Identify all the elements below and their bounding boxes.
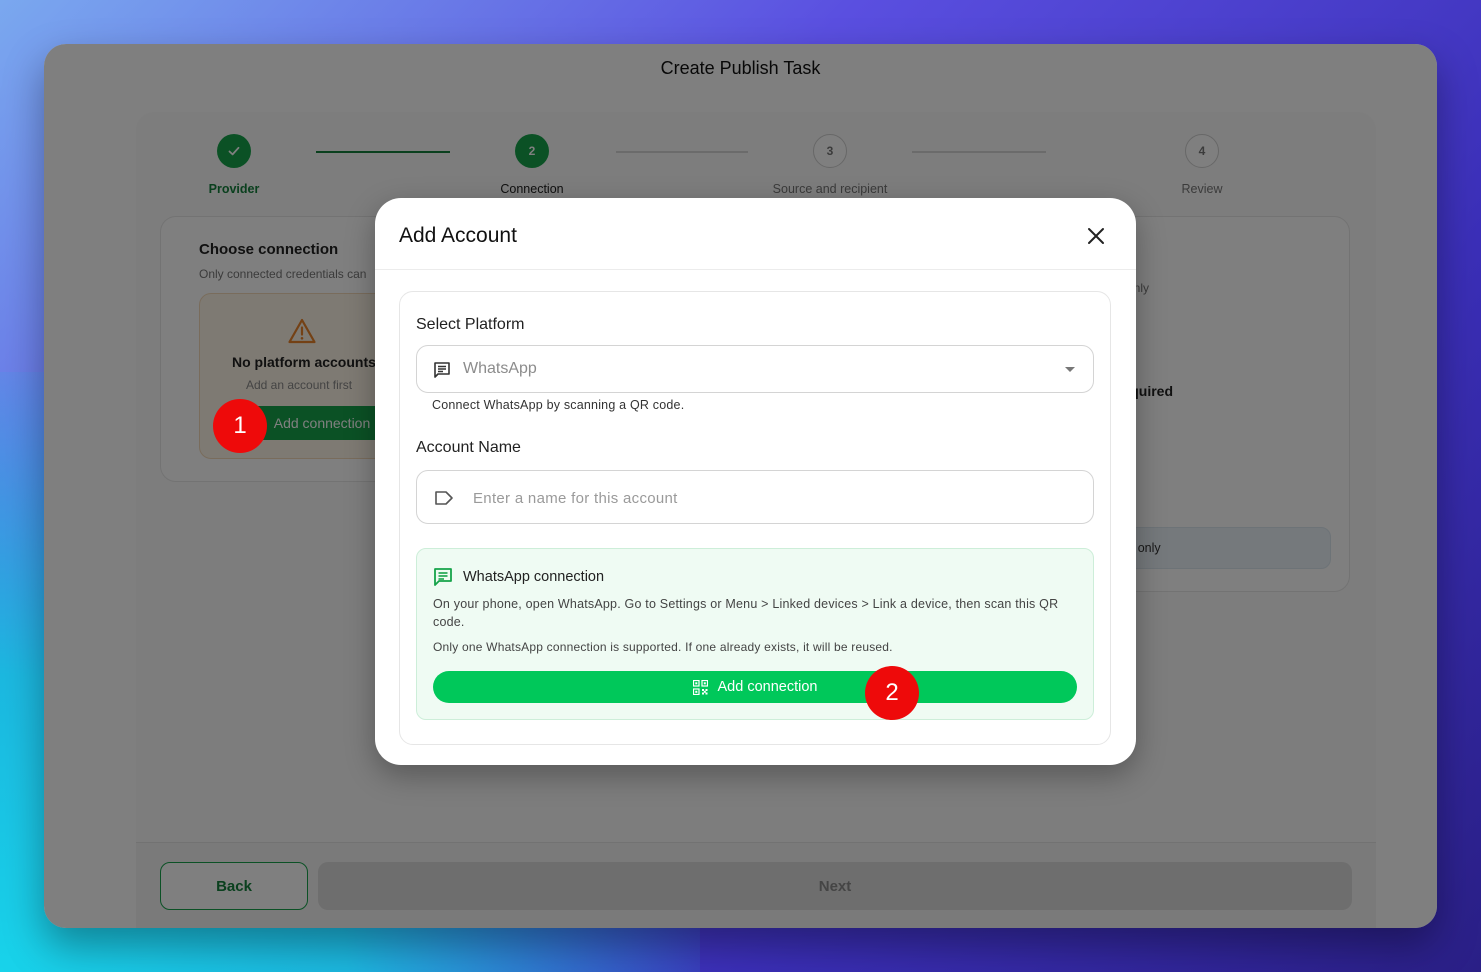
- chat-bubble-icon: [434, 568, 452, 586]
- app-window: Create Publish Task Provider 2 Connectio…: [44, 44, 1437, 928]
- account-name-label: Account Name: [416, 439, 521, 456]
- whatsapp-note: Only one WhatsApp connection is supporte…: [433, 640, 893, 654]
- platform-helper-text: Connect WhatsApp by scanning a QR code.: [432, 398, 685, 412]
- label-tag-icon: [435, 491, 453, 505]
- add-whatsapp-connection-button[interactable]: Add connection: [433, 671, 1077, 703]
- platform-label: Select Platform: [416, 316, 525, 333]
- whatsapp-connection-box: WhatsApp connection On your phone, open …: [416, 548, 1094, 720]
- annotation-marker-1: 1: [213, 399, 267, 453]
- message-icon: [434, 362, 450, 378]
- whatsapp-box-title: WhatsApp connection: [463, 569, 605, 585]
- annotation-marker-2: 2: [865, 666, 919, 720]
- close-icon[interactable]: [1086, 226, 1106, 246]
- account-name-input[interactable]: [473, 485, 1073, 511]
- qr-code-icon: [692, 679, 708, 695]
- account-name-field[interactable]: [416, 470, 1094, 524]
- dialog-title: Add Account: [399, 224, 517, 247]
- add-account-dialog: Add Account Select Platform WhatsApp Con…: [375, 198, 1136, 765]
- whatsapp-instructions: On your phone, open WhatsApp. Go to Sett…: [433, 597, 1059, 629]
- platform-select[interactable]: WhatsApp: [416, 345, 1094, 393]
- platform-value: WhatsApp: [463, 360, 537, 377]
- chevron-down-icon: [1065, 367, 1075, 372]
- dialog-form: Select Platform WhatsApp Connect WhatsAp…: [399, 291, 1111, 745]
- dialog-header: Add Account: [375, 198, 1136, 270]
- add-connection-label: Add connection: [717, 679, 818, 695]
